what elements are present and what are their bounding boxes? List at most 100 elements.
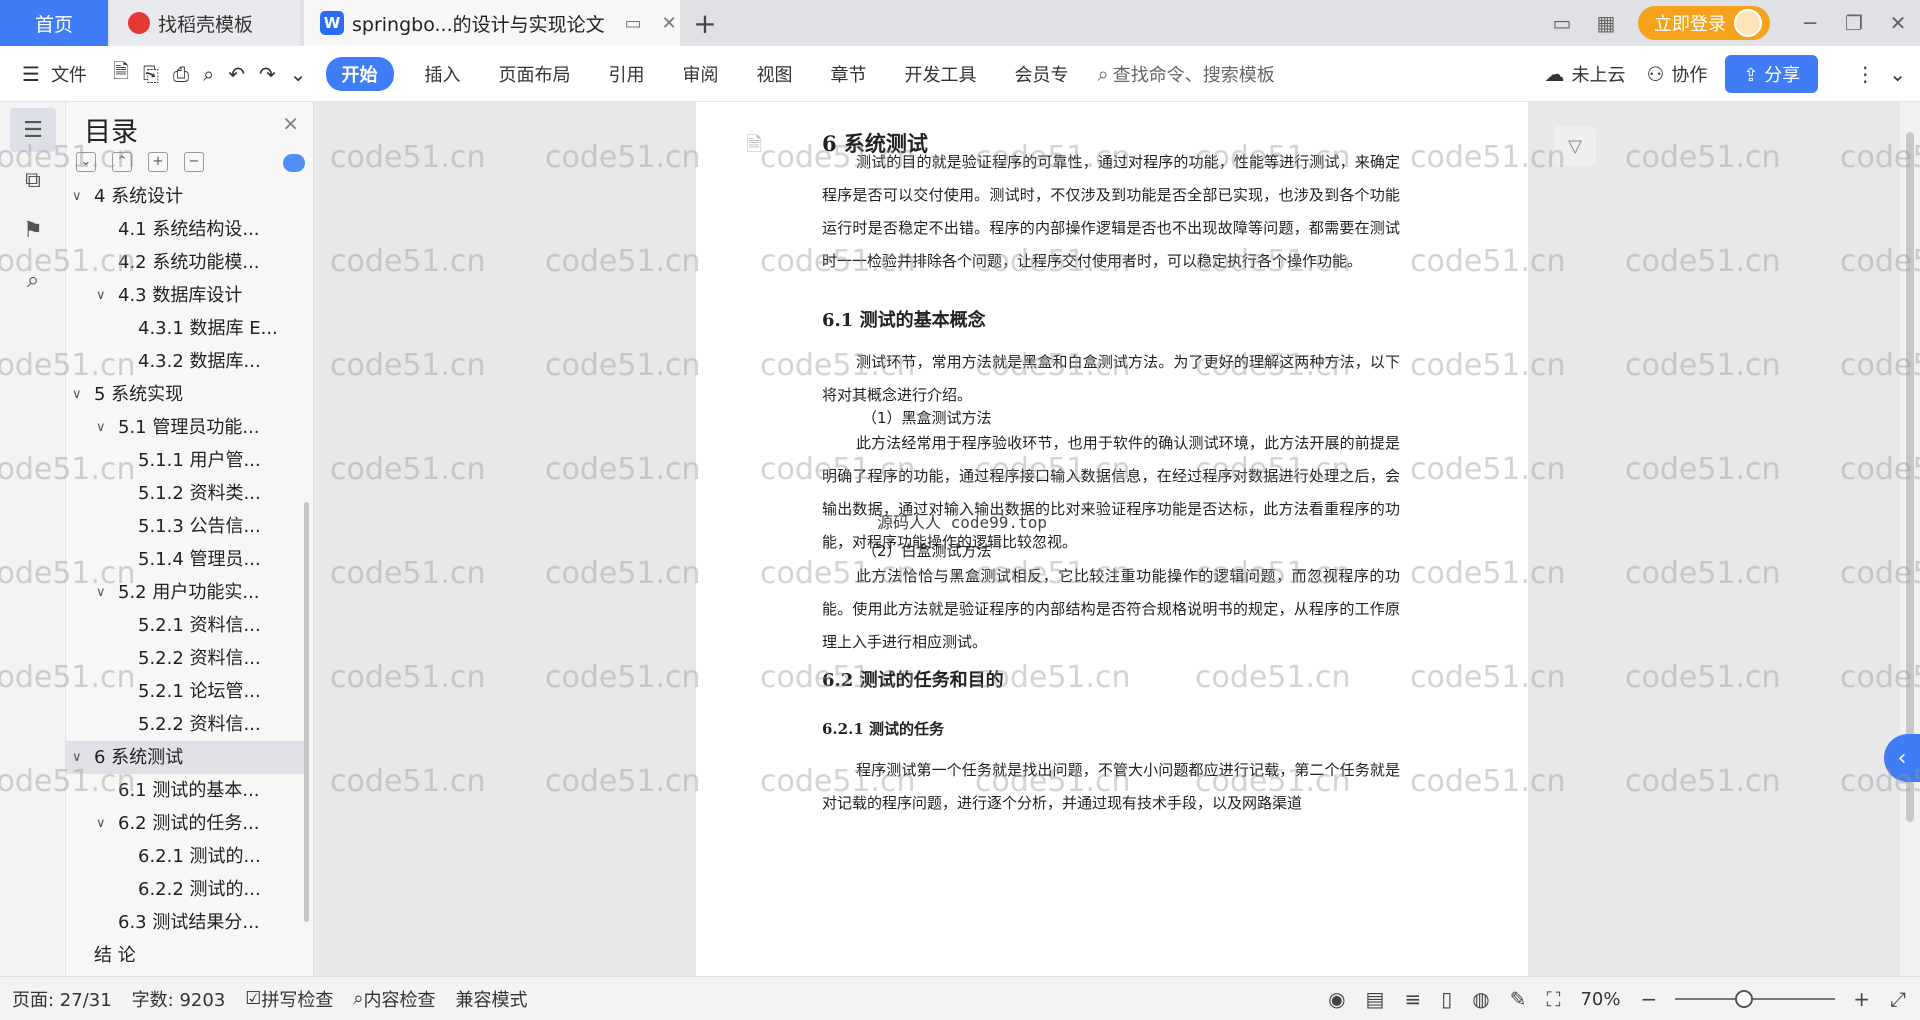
toc-item[interactable]: ∨ 5 系统实现 — [66, 378, 306, 411]
toc-item[interactable]: 5.1.3 公告信... — [66, 510, 306, 543]
toc-item[interactable]: ∨ 6 系统测试 — [66, 741, 306, 774]
tab-view[interactable]: 视图 — [738, 61, 812, 87]
toc-item[interactable]: 6.1 测试的基本... — [66, 774, 306, 807]
print-icon[interactable]: ⎙ — [166, 62, 196, 86]
page-view-icon[interactable]: ▤ — [1356, 987, 1395, 1011]
chevron-down-icon[interactable]: ∨ — [96, 807, 106, 840]
collab-button[interactable]: 协作 — [1671, 61, 1711, 87]
chevron-down-icon[interactable]: ∨ — [72, 180, 82, 213]
toc-scrollbar[interactable] — [304, 502, 309, 922]
export-icon[interactable]: ⎘ — [136, 62, 166, 86]
toc-item[interactable]: 6.3 测试结果分... — [66, 906, 306, 939]
document-page[interactable]: 🗎 6 系统测试 测试的目的就是验证程序的可靠性，通过对程序的功能，性能等进行测… — [696, 102, 1528, 976]
chevron-down-icon[interactable]: ∨ — [96, 411, 106, 444]
layout-icon[interactable]: ▭ — [1540, 11, 1584, 35]
spell-check[interactable]: ☑ 拼写检查 — [235, 986, 343, 1012]
bookmark-icon[interactable]: ⚑ — [10, 208, 56, 252]
toc-item[interactable]: ∨ 5.2 用户功能实... — [66, 576, 306, 609]
chevron-down-icon[interactable]: ∨ — [96, 279, 106, 312]
chevron-down-icon[interactable]: ∨ — [96, 576, 106, 609]
scroll-thumb[interactable] — [1906, 132, 1914, 822]
zoom-knob[interactable] — [1735, 990, 1754, 1008]
tab-home[interactable]: 首页 — [0, 0, 108, 46]
restore-icon[interactable]: ❐ — [1832, 11, 1876, 35]
more-dropdown-icon[interactable]: ⌄ — [283, 62, 314, 86]
zoom-slider[interactable] — [1675, 990, 1836, 1008]
vertical-scrollbar[interactable] — [1900, 102, 1920, 976]
login-button[interactable]: 立即登录 — [1638, 6, 1770, 40]
fullscreen-icon[interactable]: ⤢ — [1880, 987, 1920, 1011]
expand-all-icon[interactable]: ⌄ — [76, 152, 96, 172]
eye-protection-icon[interactable]: ◉ — [1318, 987, 1355, 1011]
pen-icon[interactable]: ✎ — [1500, 987, 1537, 1011]
cloud-status[interactable]: 未上云 — [1571, 61, 1639, 87]
tab-templates[interactable]: 找稻壳模板 — [110, 0, 300, 46]
toc-item[interactable]: 5.1.1 用户管... — [66, 444, 306, 477]
chapter-nav-icon[interactable]: ⧉ — [10, 158, 56, 202]
add-heading-icon[interactable]: + — [148, 152, 168, 172]
hamburger-icon[interactable]: ☰ — [0, 62, 47, 86]
chevron-down-icon[interactable]: ∨ — [72, 741, 82, 774]
save-icon[interactable]: 🗎 — [106, 57, 136, 91]
toc-item[interactable]: 5.2.2 资料信... — [66, 708, 306, 741]
more-icon[interactable]: ⋮ — [1848, 62, 1882, 86]
toc-item[interactable]: ∨ 6.2 测试的任务... — [66, 807, 306, 840]
fit-page-icon[interactable]: ⛶ — [1536, 987, 1570, 1011]
toc-item[interactable]: ∨ 4 系统设计 — [66, 180, 306, 213]
toc-item[interactable]: 4.3.1 数据库 E... — [66, 312, 306, 345]
menu-file[interactable]: 文件 — [47, 61, 106, 87]
collapse-ribbon-icon[interactable]: ⌄ — [1882, 62, 1920, 86]
find-icon[interactable]: ⌕ — [10, 258, 56, 302]
zoom-in-icon[interactable]: + — [1843, 987, 1880, 1011]
new-tab-button[interactable]: + — [688, 0, 722, 46]
command-search[interactable]: ⌕ 查找命令、搜索模板 — [1098, 61, 1275, 87]
content-check[interactable]: ⌕ 内容检查 — [343, 986, 445, 1012]
outline-view-icon[interactable]: ≡ — [1394, 987, 1431, 1011]
share-button[interactable]: ⇪ 分享 — [1725, 55, 1819, 93]
preview-icon[interactable]: ⌕ — [196, 62, 221, 86]
tab-chapter[interactable]: 章节 — [812, 61, 886, 87]
close-icon[interactable]: ✕ — [282, 112, 299, 136]
toc-item[interactable]: 6.2.1 测试的... — [66, 840, 306, 873]
toc-item[interactable]: ∨ 4.3 数据库设计 — [66, 279, 306, 312]
tab-references[interactable]: 引用 — [590, 61, 664, 87]
word-count[interactable]: 字数: 9203 — [122, 986, 236, 1012]
toc-item[interactable]: 5.1.2 资料类... — [66, 477, 306, 510]
toc-item[interactable]: 4.1 系统结构设... — [66, 213, 306, 246]
toc-item[interactable]: 5.2.1 资料信... — [66, 609, 306, 642]
tab-member[interactable]: 会员专 — [996, 61, 1088, 87]
filter-icon[interactable]: ▽ — [1554, 126, 1596, 166]
remove-heading-icon[interactable]: − — [184, 152, 204, 172]
toc-item[interactable]: ∨ 5.1 管理员功能... — [66, 411, 306, 444]
collapse-all-icon[interactable]: ⌃ — [112, 152, 132, 172]
tab-start[interactable]: 开始 — [325, 56, 394, 91]
read-view-icon[interactable]: ▯ — [1431, 987, 1462, 1011]
tab-dev-tools[interactable]: 开发工具 — [886, 61, 996, 87]
zoom-level[interactable]: 70% — [1570, 989, 1630, 1010]
toc-icon[interactable]: ☰ — [10, 108, 56, 152]
toc-item[interactable]: 结 论 — [66, 939, 306, 972]
pin-icon[interactable]: ▭ — [625, 13, 642, 34]
toc-item[interactable]: 4.2 系统功能模... — [66, 246, 306, 279]
minimize-icon[interactable]: ─ — [1788, 11, 1832, 35]
zoom-out-icon[interactable]: − — [1630, 987, 1667, 1011]
redo-icon[interactable]: ↷ — [252, 62, 283, 86]
document-outline-icon[interactable]: 🗎 — [746, 130, 762, 164]
tab-insert[interactable]: 插入 — [406, 61, 480, 87]
tab-review[interactable]: 审阅 — [664, 61, 738, 87]
toc-item[interactable]: 4.3.2 数据库... — [66, 345, 306, 378]
toc-item[interactable]: 6.2.2 测试的... — [66, 873, 306, 906]
undo-icon[interactable]: ↶ — [221, 62, 252, 86]
ai-assistant-icon[interactable] — [283, 154, 305, 172]
tab-document[interactable]: W springbo...的设计与实现论文 ▭ ✕ — [304, 0, 680, 46]
grid-icon[interactable]: ▦ — [1584, 11, 1628, 35]
page-indicator[interactable]: 页面: 27/31 — [0, 986, 122, 1012]
toc-item[interactable]: 5.1.4 管理员... — [66, 543, 306, 576]
close-window-icon[interactable]: ✕ — [1876, 11, 1920, 35]
side-panel-toggle-icon[interactable]: ‹ — [1884, 734, 1920, 782]
close-tab-icon[interactable]: ✕ — [662, 13, 677, 34]
tab-page-layout[interactable]: 页面布局 — [480, 61, 590, 87]
chevron-down-icon[interactable]: ∨ — [72, 378, 82, 411]
toc-item[interactable]: 5.2.1 论坛管... — [66, 675, 306, 708]
web-view-icon[interactable]: ◍ — [1462, 987, 1499, 1011]
